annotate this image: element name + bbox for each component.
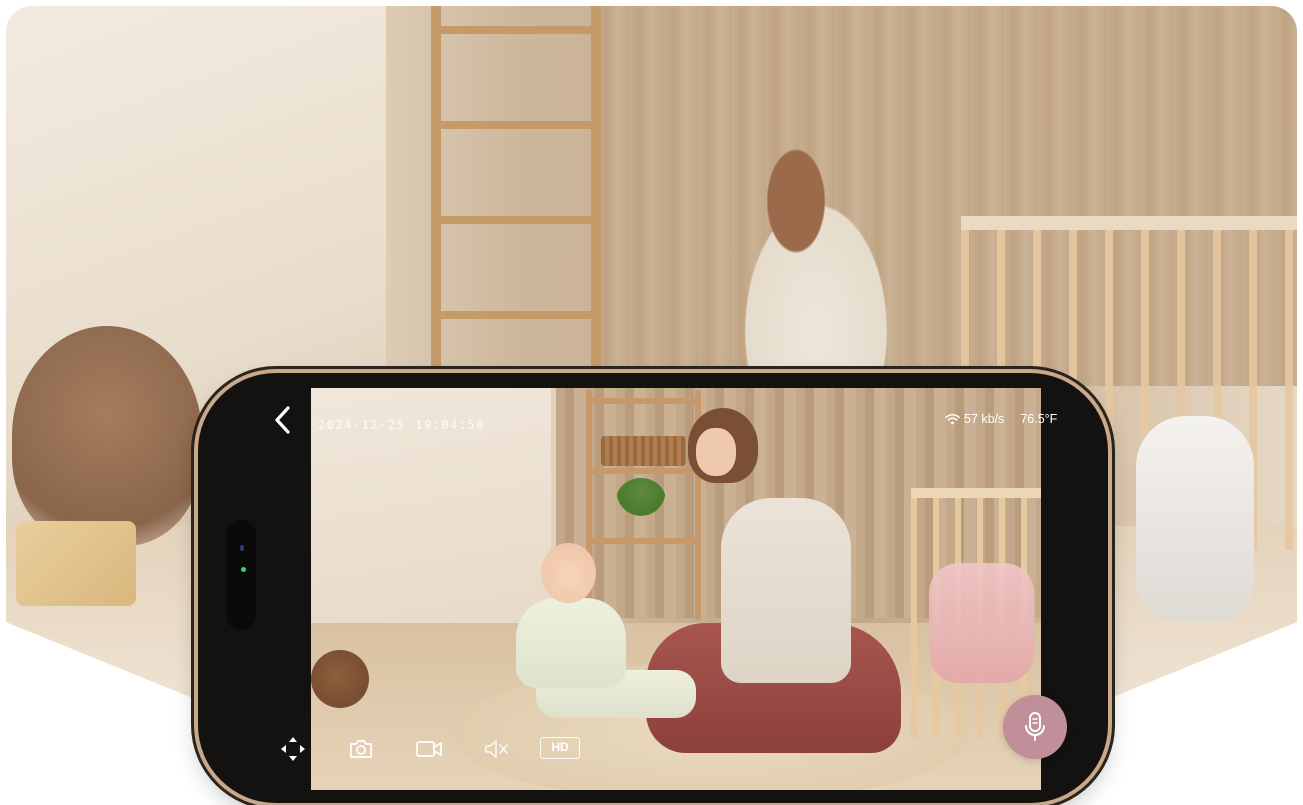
- back-button[interactable]: [266, 404, 300, 436]
- feed-mother-face: [696, 428, 736, 476]
- chevron-left-icon: [275, 406, 290, 434]
- feed-pillow: [929, 563, 1034, 683]
- camera-timestamp: 2024-12-25 19:04:50: [318, 418, 485, 432]
- fullscreen-icon: [281, 737, 305, 761]
- feed-baby-head: [541, 543, 596, 603]
- camera-icon: [350, 740, 372, 758]
- phone-indicator-light: [241, 567, 246, 572]
- snapshot-button[interactable]: [346, 735, 376, 763]
- temperature-value: 76.5°F: [1020, 412, 1058, 426]
- quality-toggle-button[interactable]: HD: [540, 737, 580, 759]
- timestamp-date: 2024-12-25: [318, 418, 406, 432]
- timestamp-time: 19:04:50: [415, 418, 486, 432]
- feed-basket: [601, 436, 686, 466]
- speaker-mute-icon: [485, 740, 508, 758]
- microphone-icon: [1025, 712, 1045, 741]
- feed-mother-sweater: [721, 498, 851, 683]
- background-teddy-bear: [12, 326, 202, 546]
- mute-button[interactable]: [480, 735, 512, 763]
- talk-button[interactable]: [1003, 695, 1067, 759]
- phone-sensor: [240, 545, 244, 551]
- baby-monitor-device: [1136, 416, 1254, 621]
- phone-camera-island: [226, 520, 256, 630]
- live-camera-feed[interactable]: [311, 388, 1041, 790]
- network-speed: 57 kb/s: [945, 412, 1004, 426]
- feed-teddy-bear: [311, 650, 369, 708]
- background-shelf: [431, 6, 601, 386]
- status-bar: 57 kb/s 76.5°F: [945, 410, 1057, 428]
- record-button[interactable]: [413, 735, 445, 763]
- background-mother: [706, 136, 906, 396]
- wifi-icon: [945, 413, 960, 425]
- network-speed-value: 57 kb/s: [964, 412, 1005, 426]
- feed-plant: [616, 478, 666, 523]
- video-icon: [416, 741, 442, 757]
- feed-baby-body: [516, 598, 626, 688]
- fullscreen-button[interactable]: [278, 734, 308, 764]
- background-toy-blocks: [16, 521, 136, 606]
